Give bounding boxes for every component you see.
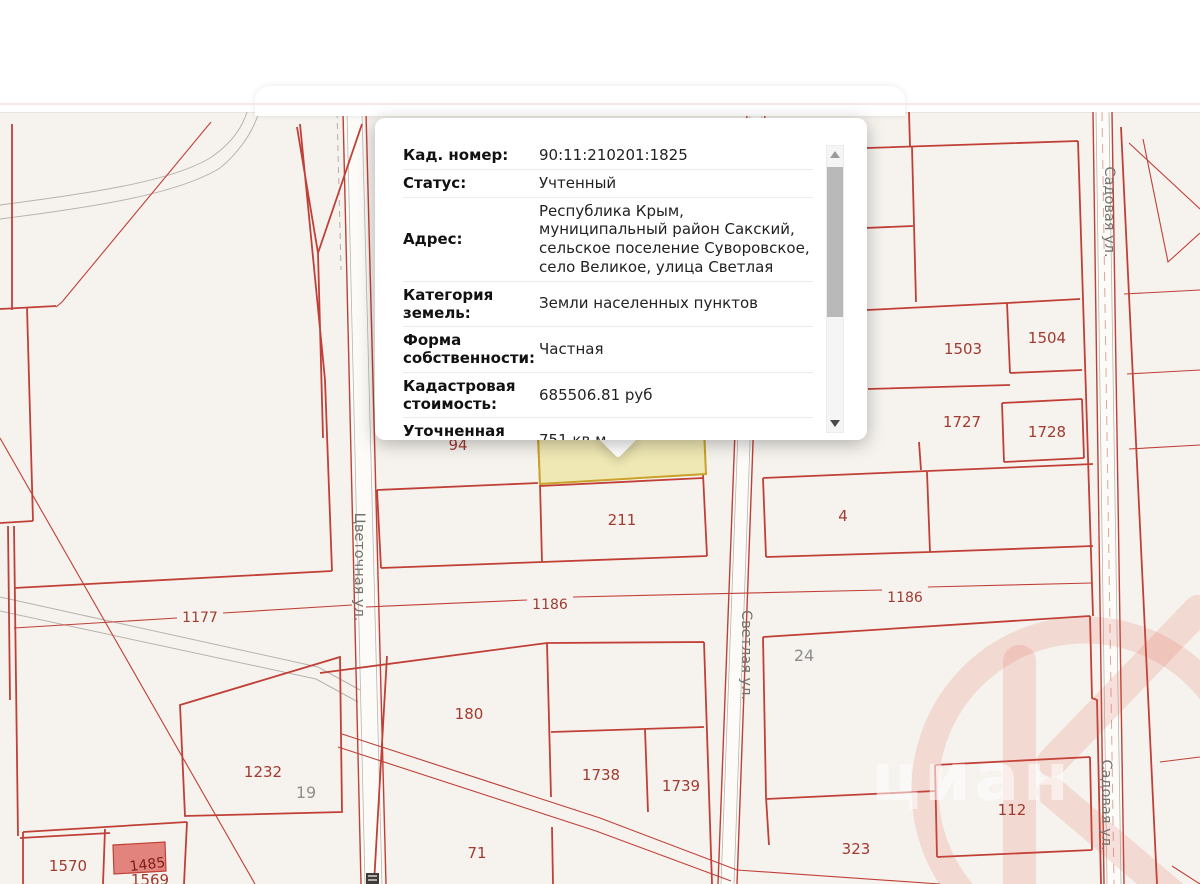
parcel-label-19: 19 — [296, 783, 316, 802]
parcel-label-1728: 1728 — [1028, 423, 1066, 441]
popup-row-label: Кад. номер: — [403, 146, 509, 165]
popup-row-value: 751 кв.м — [535, 431, 813, 440]
parcel-label-4: 4 — [838, 507, 848, 525]
popup-row-label: Кадастровая стоимость: — [403, 376, 516, 413]
parcel-label-1504: 1504 — [1028, 329, 1066, 347]
popup-rows: Кад. номер: 90:11:210201:1825 Статус: Учтен… — [375, 118, 813, 440]
popup-row-value: Частная — [539, 340, 604, 359]
popup-row-2: Адрес: Республика Крым, муниципальный рай… — [403, 198, 813, 282]
popup-ghost — [255, 86, 905, 116]
street-label-0: Цветочная ул. — [351, 513, 367, 622]
street-label-3: Садовая ул. — [1098, 759, 1114, 850]
popup-row-5: Кадастровая стоимость: 685506.81 руб — [403, 373, 813, 419]
parcel-label-180: 180 — [455, 705, 484, 723]
watermark-text: циан — [871, 739, 1072, 816]
street-label-2: Садовая ул. — [1101, 166, 1117, 257]
popup-row-0: Кад. номер: 90:11:210201:1825 — [403, 142, 813, 170]
parcel-label-24: 24 — [794, 646, 814, 665]
parcel-label-1727: 1727 — [943, 413, 981, 431]
parcel-label-1186: 1186 — [532, 597, 568, 613]
popup-row-value: 90:11:210201:1825 — [539, 146, 688, 164]
parcel-label-1186: 1186 — [887, 590, 923, 606]
scroll-up-arrow-icon[interactable] — [830, 151, 840, 158]
popup-row-value: 685506.81 руб — [539, 385, 653, 404]
popup-row-label: Уточненная площадь: — [403, 422, 505, 440]
top-band — [0, 0, 1200, 116]
parcel-info-popup: Кад. номер: 90:11:210201:1825 Статус: Учтен… — [375, 118, 867, 459]
popup-row-label: Категория земель: — [403, 285, 494, 322]
parcel-label-1738: 1738 — [582, 766, 620, 784]
scrollbar-thumb[interactable] — [827, 167, 843, 317]
parcel-label-1503: 1503 — [944, 340, 982, 358]
popup-row-label: Форма собственности: — [403, 331, 536, 368]
street-label-1: Светлая ул. — [738, 610, 754, 700]
parcel-label-1232: 1232 — [244, 763, 282, 781]
scroll-down-arrow-icon[interactable] — [830, 420, 840, 427]
popup-row-value: Республика Крым, муниципальный район Сак… — [539, 201, 810, 276]
popup-row-value: Земли населенных пунктов — [539, 294, 758, 313]
popup-body: Кад. номер: 90:11:210201:1825 Статус: Учтен… — [375, 118, 867, 440]
popup-row-6: Уточненная площадь: 751 кв.м — [403, 418, 813, 440]
parcel-label-112: 112 — [998, 801, 1027, 819]
popup-row-label: Статус: — [403, 173, 467, 192]
parcel-label-323: 323 — [842, 840, 871, 858]
popup-row-value: Учтенный — [539, 173, 617, 192]
popup-row-label: Адрес: — [403, 229, 463, 248]
street-marker — [366, 873, 379, 884]
popup-row-3: Категория земель: Земли населенных пункто… — [403, 282, 813, 328]
parcel-label-1177: 1177 — [182, 610, 218, 626]
parcel-label-211: 211 — [608, 511, 637, 529]
parcel-label-71: 71 — [467, 844, 486, 862]
popup-scrollbar[interactable] — [826, 145, 844, 433]
popup-row-4: Форма собственности: Частная — [403, 327, 813, 373]
parcel-label-1570: 1570 — [49, 857, 87, 875]
parcel-label-1739: 1739 — [662, 777, 700, 795]
popup-row-1: Статус: Учтенный — [403, 170, 813, 198]
